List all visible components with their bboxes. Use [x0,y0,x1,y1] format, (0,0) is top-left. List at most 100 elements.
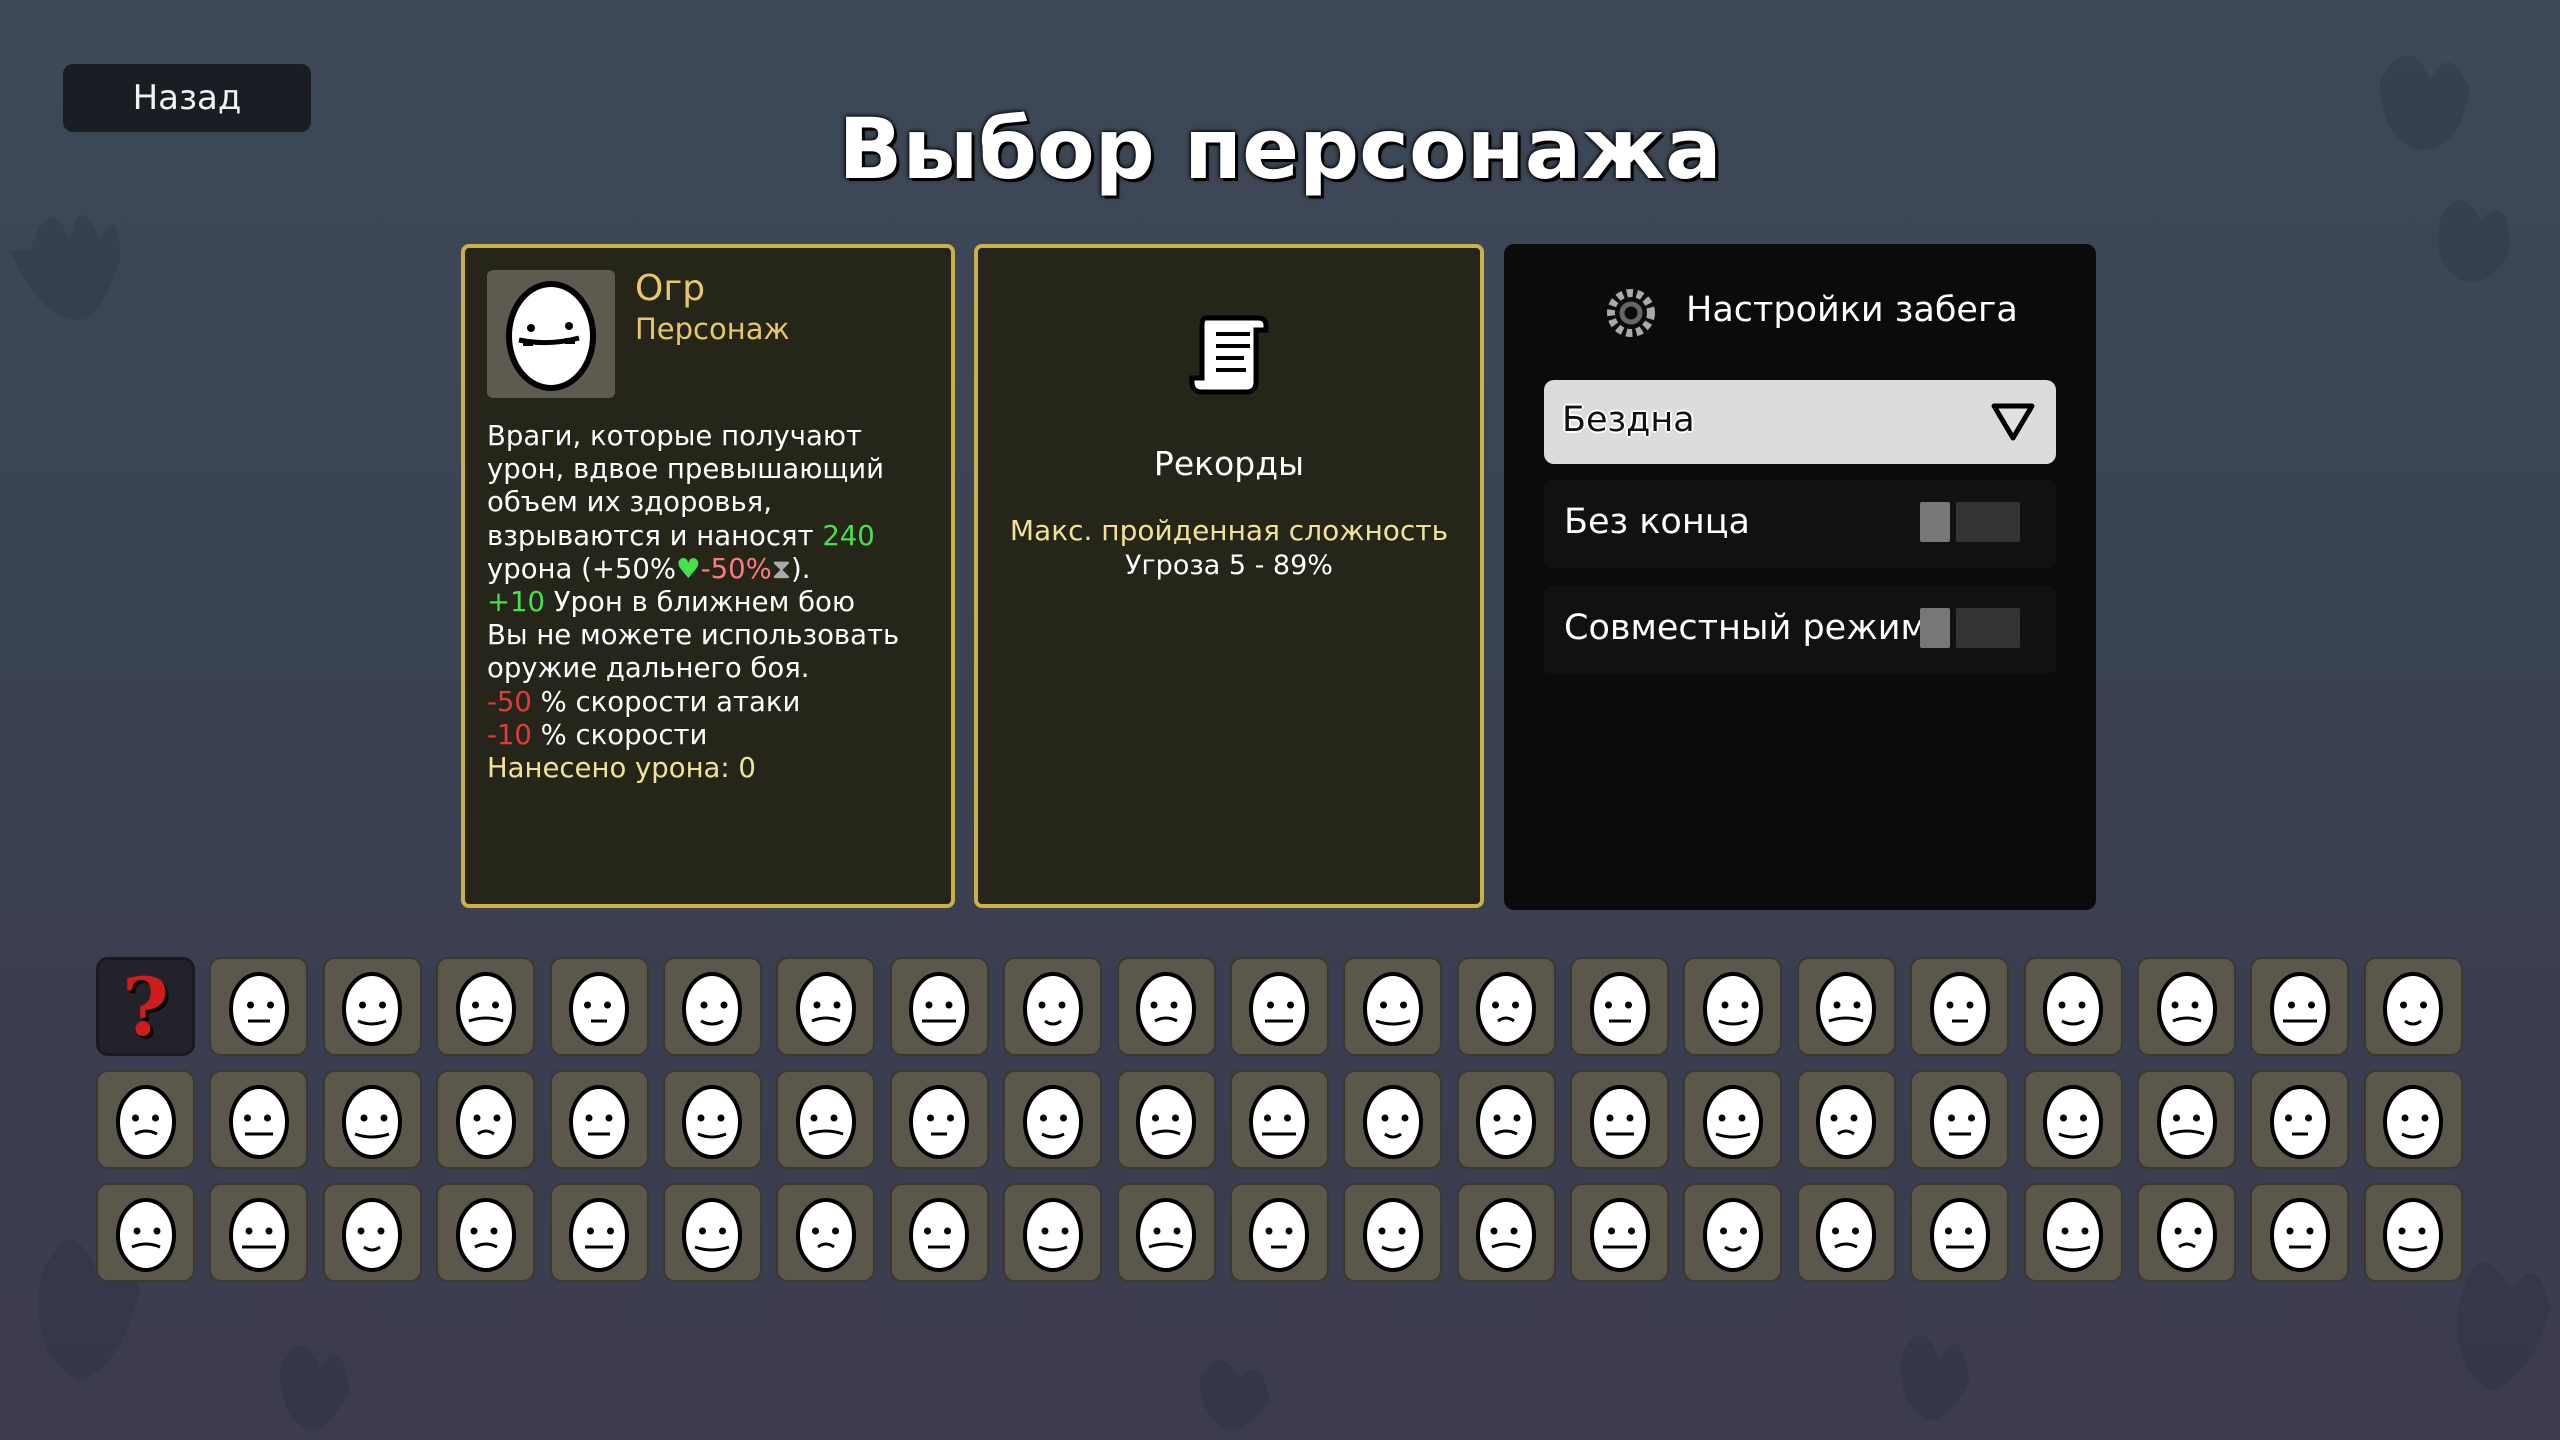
run-settings-title: Настройки забега [1686,290,2018,330]
character-slot-ghost[interactable] [2250,957,2350,1056]
character-slot-mutant[interactable] [1116,957,1216,1056]
desc-line: урона (+50%♥-50%⧗). [487,553,937,586]
egg-character-icon [115,1197,176,1272]
character-slot-buccaneer[interactable] [2250,1183,2350,1282]
egg-character-icon [682,1197,743,1272]
character-slot-multitasker[interactable] [1456,957,1556,1056]
desc-text: урона ( [487,552,592,585]
desc-line: Вы не можете использовать [487,619,900,652]
character-slot-mage[interactable] [662,957,762,1056]
egg-character-icon [569,971,630,1046]
character-slot-wildling[interactable] [1570,957,1670,1056]
egg-character-icon [1249,1197,1310,1272]
egg-character-icon [1476,1084,1537,1159]
character-slot-knight[interactable] [209,1070,309,1169]
character-slot-soldier[interactable] [2250,1070,2350,1169]
egg-character-icon [2043,971,2104,1046]
character-slot-builder[interactable] [2137,1183,2237,1282]
attack-speed-value: -50 [487,685,532,718]
character-slot-sailor[interactable] [1003,1183,1103,1282]
character-slot-lucky[interactable] [1003,957,1103,1056]
character-slot-romantic[interactable] [209,1183,309,1282]
egg-character-icon [2043,1084,2104,1159]
character-slot-gangster[interactable] [1570,1183,1670,1282]
egg-character-icon [1362,1084,1423,1159]
character-slot-ogre[interactable] [96,1183,195,1282]
character-slot-diver[interactable] [2023,1183,2123,1282]
egg-character-icon [1022,1084,1083,1159]
character-slot-king[interactable] [1796,1070,1896,1169]
egg-character-icon [1249,1084,1310,1159]
character-slot-masochist[interactable] [2363,1070,2463,1169]
egg-character-icon [1022,1197,1083,1272]
character-slot-chef[interactable] [1910,1183,2010,1282]
character-slot-farmer[interactable] [2137,957,2237,1056]
character-slot-creature[interactable] [1116,1183,1216,1282]
mode-dropdown[interactable]: Бездна [1544,380,2056,464]
character-slot-glutton[interactable] [1003,1070,1103,1169]
character-slot-baby[interactable] [436,1070,536,1169]
character-slot-lich[interactable] [1229,1070,1329,1169]
character-slot-fisherman[interactable] [1570,1070,1670,1169]
character-slot-cyborg[interactable] [889,1070,989,1169]
character-slot-ranger[interactable] [549,957,649,1056]
character-slot-pacifist[interactable] [1683,957,1783,1056]
desc-line: -50 % скорости атаки [487,686,937,719]
character-slot-dwarf[interactable] [1343,1183,1443,1282]
character-slot-golem[interactable] [1683,1070,1783,1169]
character-slot-gladiator[interactable] [1796,957,1896,1056]
character-slot-renegade[interactable] [1910,1070,2010,1169]
egg-character-icon [1136,1084,1197,1159]
egg-character-icon [795,1197,856,1272]
character-slot-demon[interactable] [322,1070,422,1169]
heart-icon: ♥ [676,552,701,585]
character-slot-hiker[interactable] [1229,1183,1329,1282]
character-slot-bull[interactable] [2137,1070,2237,1169]
egg-character-icon [1702,1084,1763,1159]
character-slot-streamer[interactable] [776,1070,876,1169]
desc-text: % скорости [531,718,708,751]
character-slot-engineer[interactable] [549,1183,649,1282]
character-slot-druid[interactable] [1683,1183,1783,1282]
egg-character-icon [1816,971,1877,1046]
character-slot-knight-2[interactable] [2363,1183,2463,1282]
character-slot-old[interactable] [889,957,989,1056]
character-slot-vampire[interactable] [1796,1183,1896,1282]
character-slot-sick[interactable] [2023,957,2123,1056]
character-slot-saver[interactable] [1910,957,2010,1056]
character-slot-entrepreneur[interactable] [96,1070,195,1169]
character-description: Враги, которые получают урон, вдвое прев… [487,420,937,785]
character-slot-chunky[interactable] [776,957,876,1056]
character-slot-technomage[interactable] [662,1070,762,1169]
damage-dealt: Нанесено урона: 0 [487,752,756,785]
character-slot-hunter[interactable] [662,1183,762,1282]
egg-character-icon [1816,1084,1877,1159]
egg-character-icon [682,1084,743,1159]
character-slot-arms-dealer[interactable] [889,1183,989,1282]
endless-toggle[interactable] [1920,502,2020,542]
records-title: Рекорды [1153,444,1305,483]
character-slot-generalist[interactable] [1229,957,1329,1056]
egg-character-icon [682,971,743,1046]
character-slot-brawler[interactable] [322,957,422,1056]
character-slot-artificer[interactable] [776,1183,876,1282]
gear-icon [1607,289,1655,337]
character-slot-speedy[interactable] [2363,957,2463,1056]
egg-character-icon [342,1084,403,1159]
character-slot-vagabond[interactable] [549,1070,649,1169]
character-slot-well-rounded[interactable] [209,957,309,1056]
character-slot-loud[interactable] [1343,957,1443,1056]
endless-toggle-row: Без конца [1544,480,2056,568]
character-slot-cryptid[interactable] [1456,1070,1556,1169]
character-slot-curious[interactable] [1456,1183,1556,1282]
character-slot-explorer[interactable] [436,1183,536,1282]
character-slot-jack[interactable] [1116,1070,1216,1169]
character-slot-one-arm[interactable] [2023,1070,2123,1169]
coop-toggle[interactable] [1920,608,2020,648]
character-info-panel: Огр Персонаж Враги, которые получают уро… [461,244,955,908]
random-character-button[interactable]: ? [96,957,195,1056]
character-slot-apprentice[interactable] [1343,1070,1443,1169]
character-slot-ninja[interactable] [322,1183,422,1282]
character-slot-crazy[interactable] [436,957,536,1056]
egg-character-icon [569,1084,630,1159]
